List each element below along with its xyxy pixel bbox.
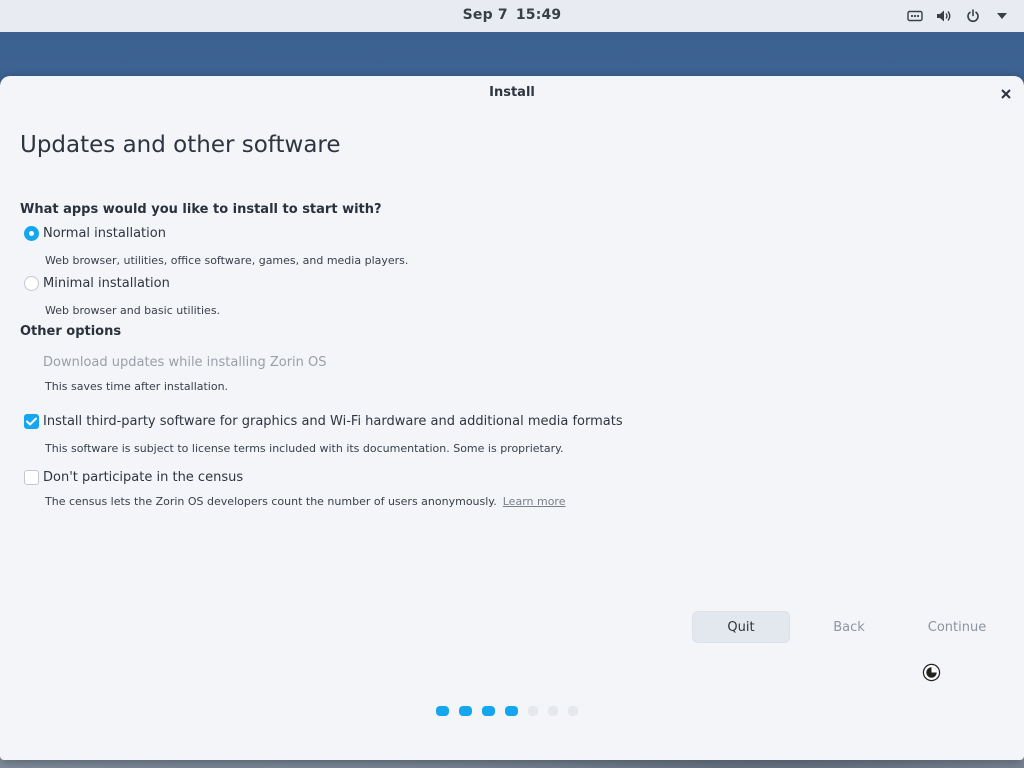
third-party-software-label: Install third-party software for graphic… [43, 414, 623, 429]
progress-dot-pending [548, 706, 558, 716]
minimal-installation-description: Web browser and basic utilities. [45, 304, 221, 317]
navigation-buttons: Quit Back Continue [692, 611, 1006, 643]
normal-installation-radio[interactable]: Normal installation [24, 226, 166, 241]
loading-spinner-icon [922, 663, 941, 682]
progress-indicator [436, 706, 578, 716]
census-label: Don't participate in the census [43, 470, 244, 485]
progress-dot-complete [436, 706, 449, 716]
clock-date: Sep 7 [462, 7, 508, 23]
learn-more-link[interactable]: Learn more [503, 495, 566, 508]
third-party-software-description: This software is subject to license term… [45, 442, 564, 455]
radio-selected-icon[interactable] [24, 226, 39, 241]
menu-arrow-icon[interactable] [993, 8, 1010, 25]
power-icon[interactable] [964, 8, 981, 25]
minimal-installation-radio[interactable]: Minimal installation [24, 276, 170, 291]
network-icon[interactable] [906, 8, 923, 25]
other-options-heading: Other options [20, 324, 122, 339]
window-title: Install [489, 85, 535, 100]
clock-time: 15:49 [515, 7, 562, 23]
census-checkbox[interactable]: Don't participate in the census [24, 470, 243, 485]
progress-dot-pending [568, 706, 578, 716]
normal-installation-description: Web browser, utilities, office software,… [45, 254, 409, 267]
progress-dot-complete [459, 706, 472, 716]
volume-icon[interactable] [935, 8, 952, 25]
minimal-installation-label: Minimal installation [43, 276, 170, 291]
normal-installation-label: Normal installation [43, 226, 166, 241]
download-updates-description: This saves time after installation. [45, 380, 229, 393]
back-button[interactable]: Back [800, 611, 898, 643]
apps-question: What apps would you like to install to s… [20, 202, 382, 217]
quit-button[interactable]: Quit [692, 611, 790, 643]
checkbox-unchecked-icon[interactable] [24, 470, 39, 485]
page-title: Updates and other software [20, 132, 341, 158]
progress-dot-pending [528, 706, 538, 716]
top-bar: Sep 7 15:49 [0, 0, 1024, 32]
clock[interactable]: Sep 7 15:49 [0, 0, 1024, 32]
progress-dot-complete [482, 706, 495, 716]
download-updates-label: Download updates while installing Zorin … [43, 355, 327, 370]
continue-button[interactable]: Continue [908, 611, 1006, 643]
census-description: The census lets the Zorin OS developers … [45, 495, 497, 508]
progress-dot-complete [505, 706, 518, 716]
close-icon [1001, 89, 1011, 99]
third-party-software-checkbox[interactable]: Install third-party software for graphic… [24, 414, 623, 429]
census-description-row: The census lets the Zorin OS developers … [45, 495, 565, 508]
checkbox-checked-icon[interactable] [24, 414, 39, 429]
system-tray[interactable] [906, 0, 1010, 32]
close-button[interactable] [996, 84, 1016, 104]
install-dialog: Install Updates and other software What … [0, 76, 1024, 760]
radio-unselected-icon[interactable] [24, 276, 39, 291]
download-updates-checkbox: Download updates while installing Zorin … [24, 355, 327, 370]
title-bar: Install [0, 76, 1024, 112]
